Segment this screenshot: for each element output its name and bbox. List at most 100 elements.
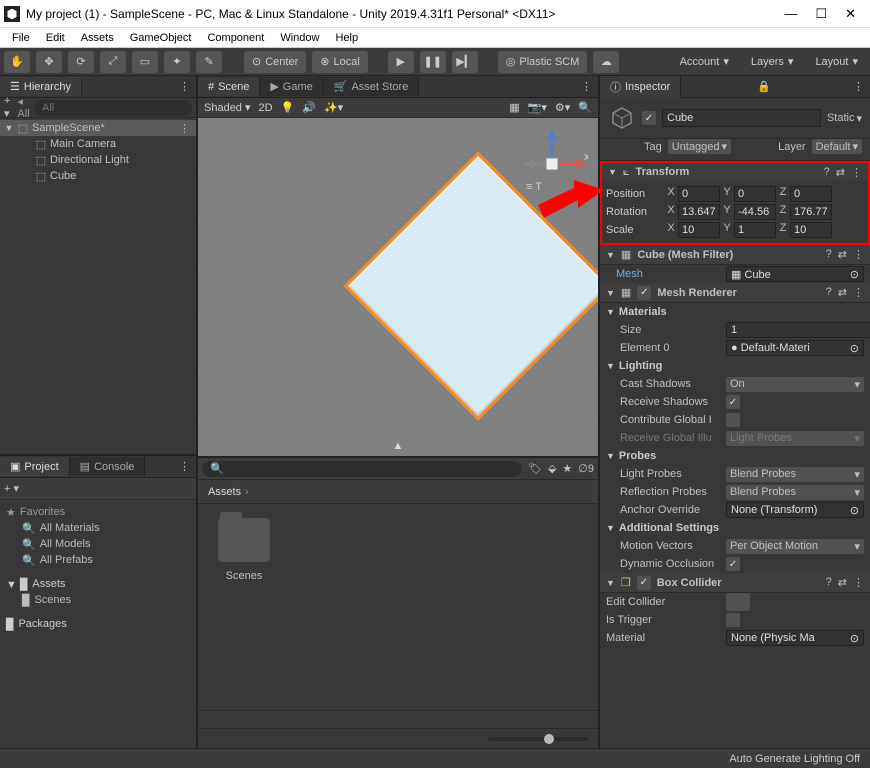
additional-foldout[interactable]: ▼Additional Settings xyxy=(600,519,870,537)
box-collider-enabled[interactable]: ✓ xyxy=(637,576,651,590)
dynamic-occlusion-checkbox[interactable]: ✓ xyxy=(726,557,740,571)
inspector-options-icon[interactable]: ⋮ xyxy=(847,80,870,93)
mesh-filter-header[interactable]: ▼▦ Cube (Mesh Filter) ?⇄⋮ xyxy=(600,245,870,265)
scene-options-icon[interactable]: ⋮ xyxy=(179,122,196,135)
fav-all-models[interactable]: 🔍 All Models xyxy=(0,536,196,552)
account-dropdown[interactable]: Account▾ xyxy=(672,51,737,73)
gizmo-toggle[interactable]: ▦ xyxy=(509,101,519,114)
rect-tool[interactable]: ▭ xyxy=(132,51,158,73)
menu-gameobject[interactable]: GameObject xyxy=(122,30,200,46)
scale-tool[interactable]: ⤢ xyxy=(100,51,126,73)
position-y[interactable] xyxy=(734,186,776,202)
rotation-z[interactable] xyxy=(790,204,832,220)
menu-icon[interactable]: ⋮ xyxy=(853,248,864,261)
project-options-icon[interactable]: ⋮ xyxy=(173,460,196,473)
pause-button[interactable]: ❚❚ xyxy=(420,51,446,73)
scale-y[interactable] xyxy=(734,222,776,238)
step-button[interactable]: ▶▎ xyxy=(452,51,478,73)
rotation-y[interactable] xyxy=(734,204,776,220)
lighting-foldout[interactable]: ▼Lighting xyxy=(600,357,870,375)
tab-project[interactable]: ▣ Project xyxy=(0,457,70,476)
scale-x[interactable] xyxy=(678,222,720,238)
close-button[interactable]: ✕ xyxy=(845,6,856,22)
rotation-x[interactable] xyxy=(678,204,720,220)
mesh-renderer-header[interactable]: ▼▦ ✓ Mesh Renderer ?⇄⋮ xyxy=(600,283,870,303)
preset-icon[interactable]: ⇄ xyxy=(838,286,847,299)
element0-field[interactable]: ● Default-Materi⊙ xyxy=(726,340,864,356)
scene-options-icon[interactable]: ⋮ xyxy=(575,80,598,93)
help-icon[interactable]: ? xyxy=(824,166,830,179)
star-filter-icon[interactable]: ★ xyxy=(562,462,572,475)
motion-vectors-dropdown[interactable]: Per Object Motion▾ xyxy=(726,539,864,554)
tab-scene[interactable]: # Scene xyxy=(198,78,260,96)
box-collider-header[interactable]: ▼❒ ✓ Box Collider ?⇄⋮ xyxy=(600,573,870,593)
play-button[interactable]: ▶ xyxy=(388,51,414,73)
help-icon[interactable]: ? xyxy=(826,248,832,261)
inspector-lock-icon[interactable]: 🔒 xyxy=(751,80,777,93)
is-trigger-checkbox[interactable] xyxy=(726,613,740,627)
menu-icon[interactable]: ⋮ xyxy=(853,576,864,589)
transform-tool[interactable]: ✦ xyxy=(164,51,190,73)
plastic-scm-button[interactable]: ◎Plastic SCM xyxy=(498,51,588,73)
packages-folder[interactable]: ▉ Packages xyxy=(0,616,196,632)
pivot-center-toggle[interactable]: ⊙Center xyxy=(244,51,306,73)
position-z[interactable] xyxy=(790,186,832,202)
menu-file[interactable]: File xyxy=(4,30,38,46)
layout-dropdown[interactable]: Layout▾ xyxy=(807,51,866,73)
position-x[interactable] xyxy=(678,186,720,202)
menu-help[interactable]: Help xyxy=(327,30,366,46)
lighting-toggle[interactable]: 💡 xyxy=(281,101,295,114)
static-dropdown[interactable]: Static▾ xyxy=(827,112,862,125)
hierarchy-create-dropdown[interactable]: + ▾ xyxy=(4,95,13,120)
minimize-button[interactable]: — xyxy=(784,6,797,22)
hierarchy-item-camera[interactable]: ⬚Main Camera xyxy=(0,136,196,152)
rotate-tool[interactable]: ⟳ xyxy=(68,51,94,73)
fav-all-prefabs[interactable]: 🔍 All Prefabs xyxy=(0,552,196,568)
mesh-renderer-enabled[interactable]: ✓ xyxy=(637,286,651,300)
edit-collider-button[interactable] xyxy=(726,593,750,611)
thumbnail-size-slider[interactable] xyxy=(488,737,588,741)
preset-icon[interactable]: ⇄ xyxy=(838,248,847,261)
hierarchy-search-filter[interactable]: ◂ All xyxy=(17,95,30,120)
2d-toggle[interactable]: 2D xyxy=(258,102,272,114)
help-icon[interactable]: ? xyxy=(826,576,832,589)
assets-breadcrumb[interactable]: Assets › xyxy=(198,480,598,504)
tab-inspector[interactable]: ⓘ Inspector xyxy=(600,76,681,98)
cast-shadows-dropdown[interactable]: On▾ xyxy=(726,377,864,392)
menu-component[interactable]: Component xyxy=(199,30,272,46)
hand-tool[interactable]: ✋ xyxy=(4,51,30,73)
fx-toggle[interactable]: ✨▾ xyxy=(324,101,343,114)
menu-window[interactable]: Window xyxy=(272,30,327,46)
tab-hierarchy[interactable]: ☰ Hierarchy xyxy=(0,77,82,96)
hidden-filter-icon[interactable]: ∅9 xyxy=(578,462,594,475)
camera-settings[interactable]: 📷▾ xyxy=(528,101,547,114)
project-create-dropdown[interactable]: + ▾ xyxy=(4,482,19,495)
layers-dropdown[interactable]: Layers▾ xyxy=(743,51,802,73)
light-probes-dropdown[interactable]: Blend Probes▾ xyxy=(726,467,864,482)
menu-icon[interactable]: ⋮ xyxy=(851,166,862,179)
reflection-probes-dropdown[interactable]: Blend Probes▾ xyxy=(726,485,864,500)
scene-search[interactable]: 🔍 xyxy=(578,101,592,114)
tab-asset-store[interactable]: 🛒 Asset Store xyxy=(324,77,420,96)
anchor-override-field[interactable]: None (Transform)⊙ xyxy=(726,502,864,518)
custom-tool[interactable]: ✎ xyxy=(196,51,222,73)
pivot-local-toggle[interactable]: ⊗Local xyxy=(312,51,368,73)
scene-row[interactable]: ▼ ⬚ SampleScene* ⋮ xyxy=(0,120,196,136)
active-checkbox[interactable]: ✓ xyxy=(642,111,656,125)
filter-icon[interactable]: 🏷 xyxy=(528,462,542,475)
gameobject-type-icon[interactable] xyxy=(608,104,636,132)
draw-mode-dropdown[interactable]: Shaded ▾ xyxy=(204,101,250,114)
transform-component-header[interactable]: ▼ ⟀ Transform ?⇄⋮ xyxy=(600,161,870,181)
type-filter-icon[interactable]: ⬙ xyxy=(548,462,556,475)
preset-icon[interactable]: ⇄ xyxy=(838,576,847,589)
scale-z[interactable] xyxy=(790,222,832,238)
hierarchy-item-light[interactable]: ⬚Directional Light xyxy=(0,152,196,168)
audio-toggle[interactable]: 🔊 xyxy=(302,101,316,114)
menu-assets[interactable]: Assets xyxy=(73,30,122,46)
layer-dropdown[interactable]: Default▾ xyxy=(812,139,862,154)
favorites-header[interactable]: ★ Favorites xyxy=(0,504,196,520)
physic-material-field[interactable]: None (Physic Ma⊙ xyxy=(726,630,864,646)
scene-viewport[interactable]: z x ≡ T ▲ xyxy=(198,118,598,456)
tab-console[interactable]: ▤ Console xyxy=(70,457,146,476)
gizmos-dropdown[interactable]: ⚙▾ xyxy=(555,101,570,114)
